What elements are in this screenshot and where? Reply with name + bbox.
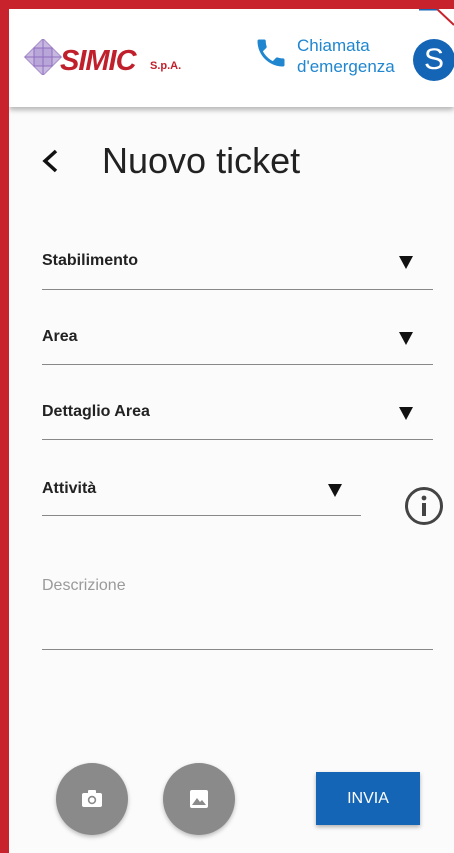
corner-decoration — [419, 9, 454, 34]
back-arrow-icon[interactable] — [39, 146, 61, 181]
dropdown-arrow-icon[interactable] — [399, 407, 413, 420]
emergency-line-2: d'emergenza — [297, 57, 395, 76]
camera-icon — [82, 790, 102, 807]
info-icon[interactable] — [404, 486, 444, 531]
app-screen: SIMIC S.p.A. Chiamata d'emergenza S Nuov… — [9, 9, 454, 853]
stabilimento-label: Stabilimento — [42, 252, 139, 269]
page-title: Nuovo ticket — [102, 140, 301, 181]
image-icon — [190, 790, 208, 808]
dropdown-arrow-icon[interactable] — [399, 332, 413, 345]
stabilimento-underline — [42, 289, 433, 290]
phone-icon[interactable] — [253, 35, 289, 76]
app-header: SIMIC S.p.A. Chiamata d'emergenza S — [9, 9, 454, 107]
area-label: Area — [42, 328, 78, 345]
brand-suffix: S.p.A. — [150, 60, 182, 72]
descrizione-placeholder: Descrizione — [42, 577, 126, 594]
dettaglio-area-underline — [42, 439, 433, 440]
emergency-line-1: Chiamata — [297, 36, 370, 55]
dettaglio-area-label: Dettaglio Area — [42, 403, 150, 420]
attivita-underline — [42, 515, 361, 516]
send-button[interactable]: INVIA — [316, 772, 420, 825]
descrizione-underline — [42, 649, 433, 650]
logo-diamond-icon — [23, 37, 63, 80]
area-underline — [42, 364, 433, 365]
gallery-button[interactable] — [163, 763, 235, 835]
emergency-call-link[interactable]: Chiamata d'emergenza — [297, 35, 395, 77]
dropdown-arrow-icon[interactable] — [328, 484, 342, 497]
attivita-label: Attività — [42, 480, 97, 497]
brand-name: SIMIC — [60, 45, 137, 77]
avatar[interactable]: S — [413, 39, 454, 81]
dropdown-arrow-icon[interactable] — [399, 256, 413, 269]
camera-button[interactable] — [56, 763, 128, 835]
